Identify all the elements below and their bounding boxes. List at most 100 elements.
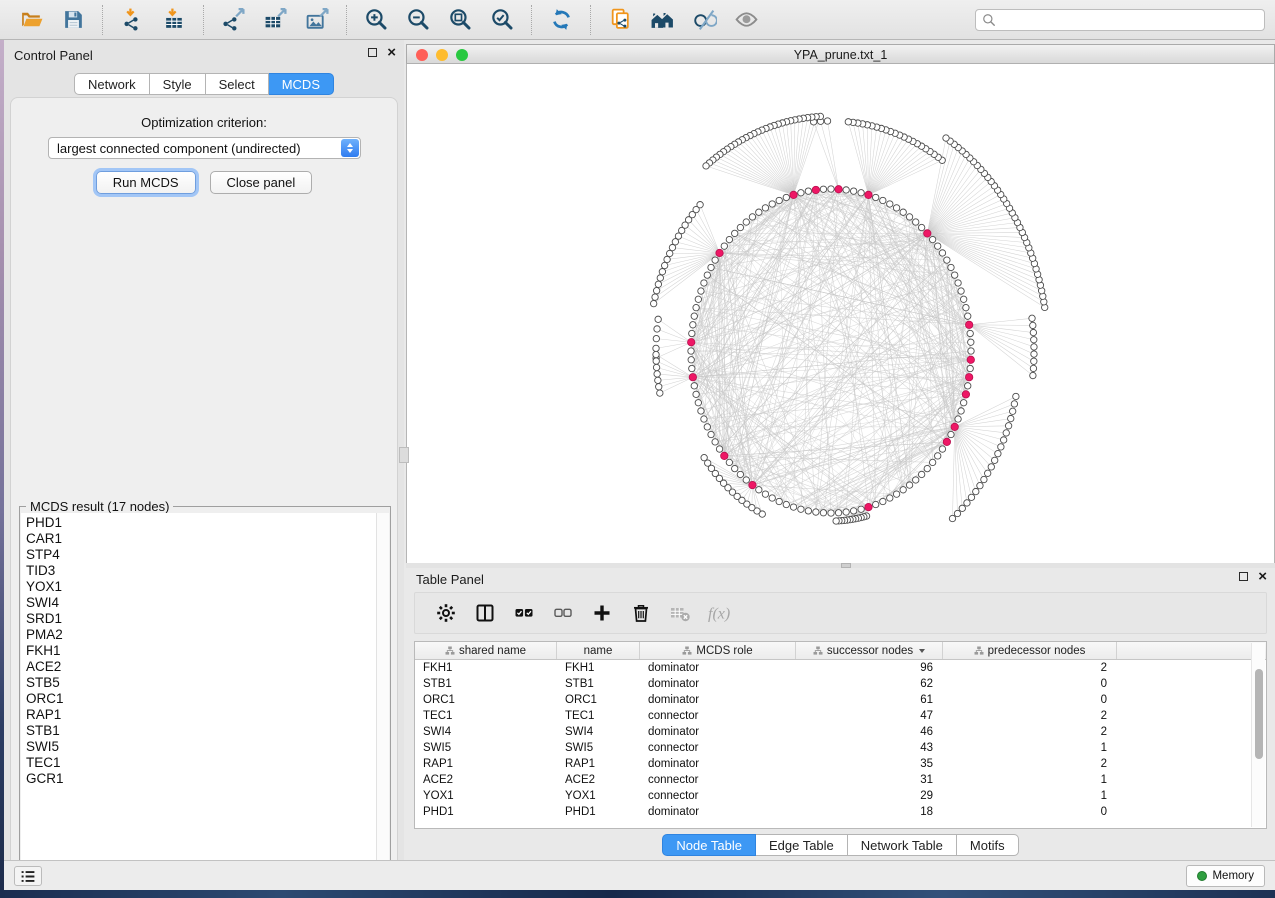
hide-selected-button[interactable] — [688, 4, 720, 36]
graph-node[interactable] — [1013, 393, 1019, 399]
graph-node[interactable] — [968, 348, 974, 354]
graph-node[interactable] — [843, 187, 849, 193]
mcds-result-item[interactable]: STB1 — [26, 723, 376, 739]
graph-node[interactable] — [965, 321, 972, 328]
mcds-result-item[interactable]: RAP1 — [26, 707, 376, 723]
refresh-button[interactable] — [545, 4, 577, 36]
table-scrollbar[interactable] — [1251, 643, 1265, 827]
graph-node[interactable] — [659, 269, 665, 275]
graph-node[interactable] — [998, 444, 1004, 450]
graph-node[interactable] — [955, 416, 961, 422]
graph-node[interactable] — [653, 335, 659, 341]
graph-node[interactable] — [783, 501, 789, 507]
mcds-result-item[interactable]: TID3 — [26, 563, 376, 579]
graph-node[interactable] — [918, 224, 924, 230]
graph-node[interactable] — [962, 391, 969, 398]
graph-node[interactable] — [769, 201, 775, 207]
graph-node[interactable] — [900, 487, 906, 493]
graph-node[interactable] — [948, 431, 954, 437]
export-image-button[interactable] — [301, 4, 333, 36]
graph-node[interactable] — [900, 209, 906, 215]
graph-node[interactable] — [689, 365, 695, 371]
graph-node[interactable] — [913, 219, 919, 225]
graph-node[interactable] — [650, 300, 656, 306]
graph-node[interactable] — [762, 491, 768, 497]
graph-node[interactable] — [698, 408, 704, 414]
mcds-result-item[interactable]: ORC1 — [26, 691, 376, 707]
add-row-button[interactable] — [585, 596, 619, 630]
graph-node[interactable] — [943, 438, 950, 445]
graph-node[interactable] — [906, 482, 912, 488]
graph-node[interactable] — [805, 188, 811, 194]
graph-node[interactable] — [737, 471, 743, 477]
graph-node[interactable] — [703, 163, 709, 169]
table-row[interactable]: ORC1ORC1dominator610 — [415, 692, 1266, 708]
mcds-result-item[interactable]: FKH1 — [26, 643, 376, 659]
mcds-result-item[interactable]: ACE2 — [26, 659, 376, 675]
graph-node[interactable] — [756, 209, 762, 215]
graph-node[interactable] — [865, 191, 872, 198]
mcds-result-item[interactable]: TEC1 — [26, 755, 376, 771]
mcds-result-item[interactable]: STB5 — [26, 675, 376, 691]
float-table-panel-icon[interactable] — [1239, 572, 1248, 581]
column-header-MCDS-role[interactable]: MCDS role — [640, 642, 796, 659]
graph-node[interactable] — [965, 374, 972, 381]
mcds-result-item[interactable]: SRD1 — [26, 611, 376, 627]
graph-node[interactable] — [712, 439, 718, 445]
close-table-panel-icon[interactable]: × — [1258, 572, 1267, 581]
table-row[interactable]: YOX1YOX1connector291 — [415, 788, 1266, 804]
graph-node[interactable] — [1000, 437, 1006, 443]
graph-node[interactable] — [732, 465, 738, 471]
graph-node[interactable] — [716, 249, 723, 256]
column-header-predecessor-nodes[interactable]: predecessor nodes — [943, 642, 1117, 659]
graph-node[interactable] — [691, 383, 697, 389]
graph-node[interactable] — [1031, 337, 1037, 343]
table-row[interactable]: RAP1RAP1dominator352 — [415, 756, 1266, 772]
graph-node[interactable] — [949, 515, 955, 521]
graph-node[interactable] — [1030, 329, 1036, 335]
run-mcds-button[interactable]: Run MCDS — [96, 171, 196, 194]
graph-node[interactable] — [721, 452, 728, 459]
network-from-clipboard-button[interactable] — [604, 4, 636, 36]
table-row[interactable]: TEC1TEC1connector472 — [415, 708, 1266, 724]
graph-node[interactable] — [721, 243, 727, 249]
graph-node[interactable] — [991, 457, 997, 463]
graph-node[interactable] — [858, 506, 864, 512]
graph-node[interactable] — [776, 197, 782, 203]
graph-node[interactable] — [1030, 322, 1036, 328]
tab-style[interactable]: Style — [150, 73, 206, 95]
graph-node[interactable] — [655, 281, 661, 287]
zoom-fit-button[interactable] — [444, 4, 476, 36]
table-row[interactable]: FKH1FKH1dominator962 — [415, 660, 1266, 676]
graph-node[interactable] — [959, 505, 965, 511]
graph-node[interactable] — [1005, 423, 1011, 429]
graph-node[interactable] — [1031, 358, 1037, 364]
graph-node[interactable] — [695, 400, 701, 406]
graph-node[interactable] — [1030, 372, 1036, 378]
graph-node[interactable] — [924, 230, 931, 237]
graph-node[interactable] — [704, 272, 710, 278]
graph-node[interactable] — [850, 188, 856, 194]
graph-node[interactable] — [1009, 408, 1015, 414]
graph-node[interactable] — [951, 272, 957, 278]
ui-mode-button[interactable] — [14, 866, 42, 886]
graph-node[interactable] — [828, 510, 834, 516]
graph-node[interactable] — [693, 304, 699, 310]
graph-node[interactable] — [661, 262, 667, 268]
graph-node[interactable] — [880, 498, 886, 504]
graph-node[interactable] — [913, 477, 919, 483]
graph-node[interactable] — [701, 280, 707, 286]
graph-node[interactable] — [652, 294, 658, 300]
graph-node[interactable] — [918, 471, 924, 477]
graph-node[interactable] — [951, 423, 958, 430]
table-row[interactable]: SWI5SWI5connector431 — [415, 740, 1266, 756]
graph-node[interactable] — [749, 214, 755, 220]
graph-node[interactable] — [893, 205, 899, 211]
graph-node[interactable] — [929, 236, 935, 242]
graph-node[interactable] — [943, 135, 949, 141]
graph-node[interactable] — [749, 481, 756, 488]
graph-node[interactable] — [1003, 430, 1009, 436]
graph-node[interactable] — [812, 186, 819, 193]
column-header-shared-name[interactable]: shared name — [415, 642, 557, 659]
graph-node[interactable] — [756, 487, 762, 493]
